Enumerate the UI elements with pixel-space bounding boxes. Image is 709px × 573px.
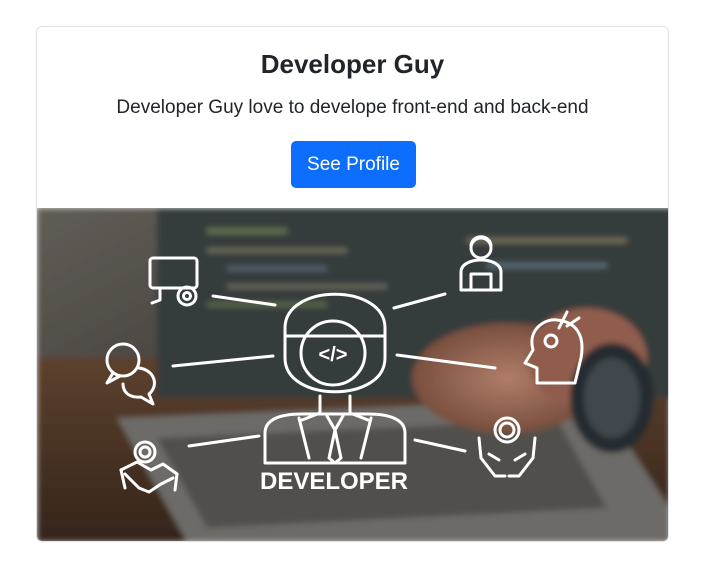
code-symbol: </> bbox=[319, 344, 348, 366]
card-description: Developer Guy love to develope front-end… bbox=[116, 97, 589, 118]
developer-caption: DEVELOPER bbox=[260, 468, 408, 495]
see-profile-button[interactable]: See Profile bbox=[291, 141, 416, 188]
profile-card: Developer Guy Developer Guy love to deve… bbox=[36, 26, 669, 542]
card-body: Developer Guy Developer Guy love to deve… bbox=[37, 27, 668, 208]
card-title: Developer Guy bbox=[260, 49, 445, 79]
developer-banner-image: </> DEVELOPER bbox=[37, 208, 668, 541]
